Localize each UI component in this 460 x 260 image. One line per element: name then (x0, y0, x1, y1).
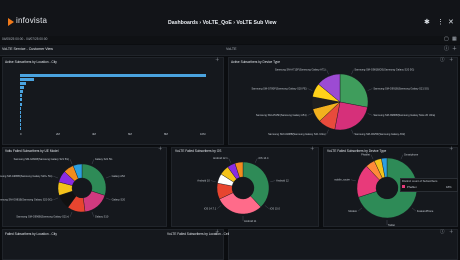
tooltip-label: Phablet (407, 184, 417, 189)
donut-failed-device: Smartphone Phablet FeaturePhone Tablet Modem… (334, 152, 434, 227)
slice-label: Smartphone (404, 152, 419, 156)
leader-line (370, 154, 374, 160)
panel-info-icon[interactable]: ⓘ (440, 229, 445, 235)
leader-line (400, 154, 404, 160)
leader-line (350, 179, 356, 182)
slice-label: Tablet (388, 223, 395, 227)
panel-title: VoLTE Failed Subscribers by Location - C… (167, 232, 230, 236)
slice-label: FeaturePhone (417, 209, 434, 213)
leader-line (411, 207, 417, 212)
leader-line (357, 207, 363, 212)
tooltip-swatch (402, 185, 405, 188)
panel-failed-location-cell (228, 229, 458, 260)
tooltip-title: Distinct count of Subscribers (402, 179, 438, 183)
panel-add-icon[interactable]: ＋ (449, 229, 454, 235)
panel-title: Failed Subscribers by Location - City (5, 232, 57, 236)
slice-label: Phablet (361, 152, 370, 156)
panel-add-icon[interactable]: ＋ (215, 229, 220, 235)
slice-label: Modem (348, 209, 357, 213)
tooltip-value: 18% (446, 184, 452, 189)
slice-label: mobile_router (334, 178, 350, 182)
